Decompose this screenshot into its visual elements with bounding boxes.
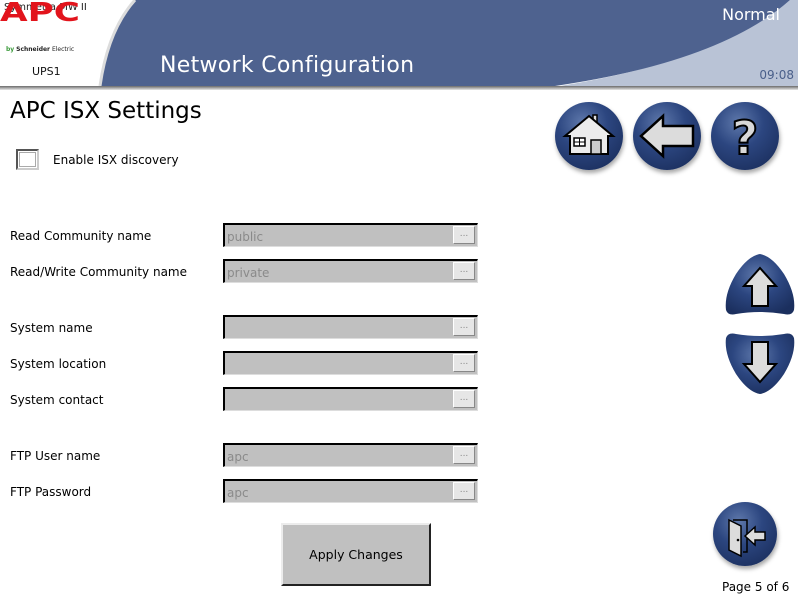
- read-community-value: public: [227, 230, 264, 244]
- ftp-user-edit-button[interactable]: ...: [453, 446, 475, 464]
- read-community-edit-button[interactable]: ...: [453, 226, 475, 244]
- schneider-byline: by Schneider Electric: [6, 46, 74, 53]
- header-divider: [0, 86, 798, 90]
- ftp-password-value: apc: [227, 486, 249, 500]
- ftp-password-input[interactable]: apc ...: [223, 479, 478, 503]
- system-location-input[interactable]: ...: [223, 351, 478, 375]
- apply-changes-button[interactable]: Apply Changes: [281, 523, 431, 586]
- page-title: APC ISX Settings: [10, 98, 202, 124]
- status-text: Normal: [722, 5, 780, 24]
- byline-suffix: Electric: [51, 46, 75, 53]
- read-community-input[interactable]: public ...: [223, 223, 478, 247]
- system-contact-input[interactable]: ...: [223, 387, 478, 411]
- byline-company: Schneider: [16, 46, 51, 53]
- clock: 09:08: [759, 68, 794, 82]
- help-button[interactable]: ?: [711, 102, 779, 170]
- system-location-label: System location: [10, 357, 107, 371]
- rw-community-input[interactable]: private ...: [223, 259, 478, 283]
- scroll-down-button[interactable]: [724, 330, 796, 396]
- read-community-label: Read Community name: [10, 229, 152, 243]
- home-button[interactable]: [555, 102, 623, 170]
- enable-isx-label: Enable ISX discovery: [53, 153, 179, 167]
- ftp-user-value: apc: [227, 450, 249, 464]
- back-arrow-icon: [639, 113, 695, 159]
- apc-logo: APC: [0, 0, 80, 24]
- help-icon: ?: [731, 110, 760, 166]
- ftp-user-input[interactable]: apc ...: [223, 443, 478, 467]
- rw-community-value: private: [227, 266, 270, 280]
- section-title: Network Configuration: [160, 53, 415, 78]
- rw-community-label: Read/Write Community name: [10, 265, 187, 279]
- home-icon: [562, 114, 616, 155]
- system-name-edit-button[interactable]: ...: [453, 318, 475, 336]
- apc-logo-text: APC: [0, 0, 80, 24]
- svg-text:?: ?: [732, 111, 759, 165]
- exit-button[interactable]: [713, 502, 777, 566]
- system-name-input[interactable]: ...: [223, 315, 478, 339]
- ftp-user-label: FTP User name: [10, 449, 101, 463]
- header-bar: Symmetra MW II APC by Schneider Electric…: [0, 0, 798, 86]
- byline-prefix: by: [6, 46, 15, 53]
- ftp-password-label: FTP Password: [10, 485, 92, 499]
- device-name: UPS1: [32, 65, 61, 78]
- page-indicator: Page 5 of 6: [722, 580, 790, 594]
- back-button[interactable]: [633, 102, 701, 170]
- system-location-edit-button[interactable]: ...: [453, 354, 475, 372]
- exit-door-icon: [728, 518, 766, 558]
- rw-community-edit-button[interactable]: ...: [453, 262, 475, 280]
- scroll-up-button[interactable]: [724, 252, 796, 318]
- system-name-label: System name: [10, 321, 93, 335]
- enable-isx-checkbox[interactable]: [16, 149, 39, 170]
- system-contact-label: System contact: [10, 393, 104, 407]
- system-contact-edit-button[interactable]: ...: [453, 390, 475, 408]
- ftp-password-edit-button[interactable]: ...: [453, 482, 475, 500]
